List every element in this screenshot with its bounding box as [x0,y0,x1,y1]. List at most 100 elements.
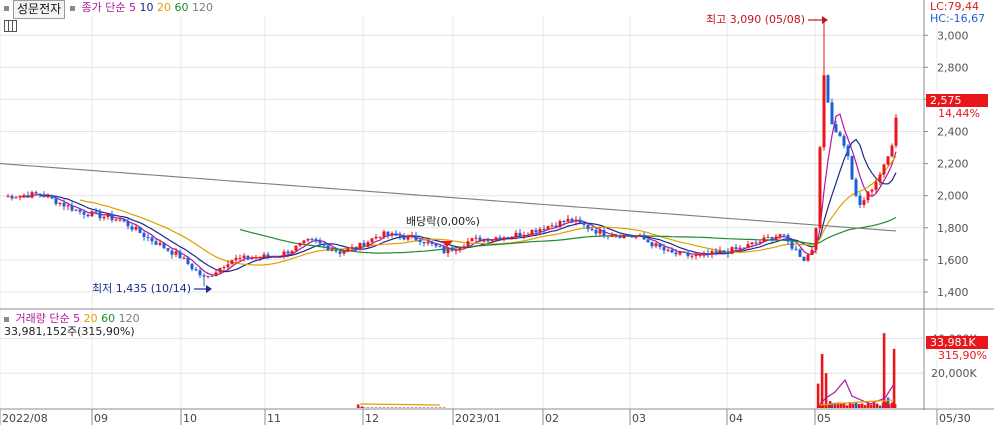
candle-body [846,145,850,157]
grid-settings-icon[interactable] [4,20,17,32]
candle-body [170,250,174,255]
candle-body [822,75,826,148]
candle-body [634,236,638,238]
candle-body [650,242,654,247]
candle-body [362,242,366,247]
candle-body [450,248,454,251]
candle-body [674,252,678,255]
candle-body [426,241,430,244]
candle-body [258,257,262,259]
volume-bar [438,407,442,408]
volume-change: 315,90% [938,349,987,362]
volume-bar [410,407,414,408]
candle-body [790,241,794,249]
candle-body [198,270,202,276]
candle-body [238,257,242,259]
candle-body [698,254,702,256]
candle-body [270,256,274,258]
candle-body [178,251,182,259]
legend-square-icon [4,316,9,322]
candle-body [782,234,786,236]
candle-body [10,195,14,199]
candle-body [182,257,186,259]
candle-body [646,239,650,243]
candle-body [682,251,686,253]
volume-bar [845,405,849,408]
vol-ma20-label: 20 [83,312,98,325]
candle-body [478,237,482,242]
candle-body [86,214,90,217]
stock-name-tab[interactable]: 성문전자 [13,0,66,19]
candlesticks [6,20,898,287]
menu-square-icon[interactable] [4,6,9,11]
candle-body [550,225,554,227]
candle-body [14,197,18,199]
candle-body [298,243,302,246]
candle-body [254,257,258,259]
y-tick-label: 3,000 [937,29,969,42]
price-ma-legend: 종가 단순 5 10 20 60 120 [70,2,213,14]
candle-body [770,237,774,240]
candle-body [890,145,894,157]
candle-body [642,234,646,240]
candle-body [614,235,618,237]
volume-bar [893,404,897,408]
candle-body [670,249,674,253]
candle-body [186,257,190,265]
volume-bar [821,405,825,408]
candle-body [290,250,294,254]
candle-body [122,219,126,222]
volume-bar [402,407,406,408]
candle-body [518,232,522,237]
candle-body [146,236,150,238]
x-tick-label: 05 [817,412,831,425]
price-volume-chart-svg[interactable]: 3,0002,8002,6002,4002,2002,0001,8001,600… [0,0,994,428]
candle-body [514,232,518,237]
candle-body [250,258,254,260]
candle-body [630,236,634,238]
candle-body [678,251,682,255]
candle-body [130,226,134,230]
volume-bar [857,404,861,408]
candle-body [486,238,490,242]
candle-body [786,235,790,242]
candle-body [774,236,778,240]
stock-chart-window: { "header": { "stock_name": "성문전자", "pri… [0,0,994,428]
candle-body [390,233,394,236]
ma5-label: 5 [128,1,136,14]
candle-body [862,200,866,205]
candle-body [834,124,838,133]
volume-bar [394,407,398,408]
candle-body [594,230,598,234]
candle-body [334,249,338,252]
candle-body [310,238,314,240]
candle-body [274,256,278,258]
candle-body [710,251,714,255]
candle-body [818,147,822,229]
vol-ma60-label: 60 [101,312,116,325]
candle-body [582,222,586,225]
candle-body [666,249,670,251]
candle-body [166,248,170,251]
candle-body [474,237,478,239]
volume-bar [362,407,366,408]
candle-body [114,219,118,221]
candle-body [70,205,74,211]
candle-body [554,225,558,227]
candle-body [858,195,862,205]
volume-bar [370,407,374,408]
candle-body [26,195,30,198]
candle-body [866,191,870,201]
ma20-label: 20 [156,1,171,14]
dividend-annotation: 배당락(0,00%) [406,215,480,228]
candle-body [330,249,334,251]
candle-body [622,234,626,239]
candle-body [598,230,602,234]
candle-body [534,229,538,233]
candle-body [342,251,346,254]
volume-bar [872,402,876,408]
candle-body [314,239,318,242]
candle-body [354,247,358,250]
candle-body [210,275,214,277]
volume-bar [398,407,402,408]
